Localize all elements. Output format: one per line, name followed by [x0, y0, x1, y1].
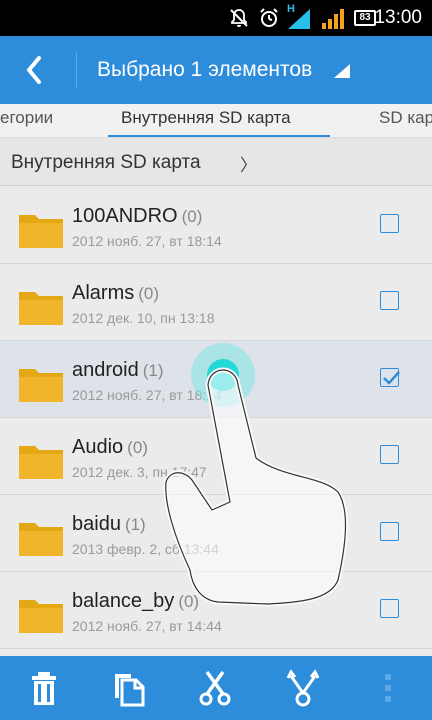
- scissors-icon[interactable]: [195, 668, 235, 708]
- tab-internal-sd[interactable]: Внутренняя SD карта: [121, 108, 291, 128]
- folder-icon: [19, 215, 63, 248]
- select-checkbox[interactable]: [380, 445, 399, 464]
- folder-icon: [19, 292, 63, 325]
- select-checkbox[interactable]: [380, 522, 399, 541]
- file-date: 2012 дек. 10, пн 13:18: [72, 310, 215, 326]
- folder-icon: [19, 523, 63, 556]
- mute-icon: [230, 9, 248, 27]
- file-name: Audio: [72, 436, 124, 458]
- file-count: (1): [124, 515, 146, 534]
- alarm-icon: [260, 8, 278, 27]
- file-list: 100ANDRO (0) 2012 нояб. 27, вт 18:14 Alar…: [0, 187, 432, 655]
- chevron-left-icon: [27, 56, 41, 84]
- bottom-toolbar: [0, 656, 432, 720]
- chevron-right-icon: 〉: [240, 156, 257, 175]
- action-bar-divider: [76, 52, 77, 88]
- list-item[interactable]: Alarms (0) 2012 дек. 10, пн 13:18: [0, 264, 432, 341]
- tab-sd-card[interactable]: SD кар: [379, 108, 432, 128]
- file-count: (1): [142, 361, 164, 380]
- signal-icon: [322, 9, 344, 29]
- file-date: 2012 нояб. 27, вт 18:14: [72, 233, 222, 249]
- triangle-icon[interactable]: [334, 64, 350, 78]
- tab-categories[interactable]: егории: [0, 108, 53, 128]
- list-item[interactable]: android (1) 2012 нояб. 27, вт 18:14: [0, 341, 432, 418]
- tab-bar: егории Внутренняя SD карта SD кар: [0, 104, 432, 138]
- file-name: Alarms: [72, 282, 135, 304]
- folder-icon: [19, 369, 63, 402]
- file-name: baidu: [72, 513, 121, 535]
- select-checkbox[interactable]: [380, 599, 399, 618]
- battery-icon: 83: [354, 10, 376, 26]
- file-count: (0): [138, 284, 160, 303]
- file-name: 100ANDRO: [72, 205, 178, 227]
- folder-icon: [19, 446, 63, 479]
- more-vert-icon[interactable]: [368, 668, 408, 708]
- file-count: (0): [178, 592, 200, 611]
- status-bar: H 83 13:00: [0, 0, 432, 36]
- list-item[interactable]: 100ANDRO (0) 2012 нояб. 27, вт 18:14: [0, 187, 432, 264]
- file-name: balance_by: [72, 590, 175, 612]
- battery-level: 83: [359, 12, 371, 23]
- file-date: 2012 дек. 3, пн 17:47: [72, 464, 207, 480]
- file-date: 2012 нояб. 27, вт 14:44: [72, 618, 222, 634]
- action-bar: Выбрано 1 элементов: [0, 36, 432, 104]
- screen: H 83 13:00 Выбрано 1 элементов егории Вн…: [0, 0, 432, 720]
- file-date: 2012 нояб. 27, вт 18:14: [72, 387, 222, 403]
- selection-title[interactable]: Выбрано 1 элементов: [97, 58, 312, 82]
- breadcrumb[interactable]: Внутренняя SD карта 〉: [0, 138, 432, 186]
- list-item[interactable]: Audio (0) 2012 дек. 3, пн 17:47: [0, 418, 432, 495]
- trash-icon[interactable]: [24, 668, 64, 708]
- list-item[interactable]: balance_by (0) 2012 нояб. 27, вт 14:44: [0, 572, 432, 649]
- folder-icon: [19, 600, 63, 633]
- share-icon[interactable]: [283, 668, 323, 708]
- file-name: android: [72, 359, 139, 381]
- file-date: 2013 февр. 2, сб 13:44: [72, 541, 219, 557]
- select-checkbox-checked[interactable]: [380, 368, 400, 387]
- select-checkbox[interactable]: [380, 214, 399, 233]
- checkmark-icon: [383, 371, 400, 385]
- back-button[interactable]: [0, 36, 70, 104]
- copy-icon[interactable]: [109, 668, 149, 708]
- breadcrumb-label: Внутренняя SD карта: [11, 152, 201, 173]
- file-count: (0): [181, 207, 203, 226]
- file-count: (0): [127, 438, 148, 457]
- status-time: 13:00: [374, 7, 422, 28]
- select-checkbox[interactable]: [380, 291, 399, 310]
- signal-icon: [288, 9, 310, 29]
- list-item[interactable]: baidu (1) 2013 февр. 2, сб 13:44: [0, 495, 432, 572]
